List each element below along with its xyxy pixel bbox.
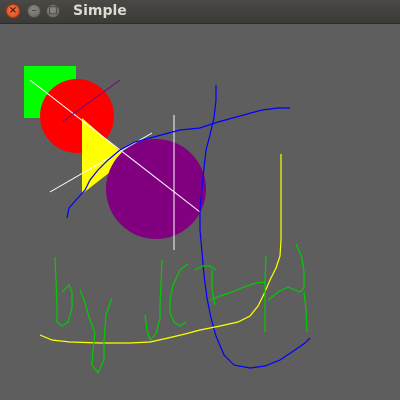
title-bar[interactable]: × – □ Simple	[0, 0, 400, 24]
maximize-icon: □	[48, 5, 58, 16]
window-title: Simple	[73, 3, 127, 19]
close-button[interactable]: ×	[6, 4, 20, 18]
minimize-icon: –	[31, 5, 37, 16]
minimize-button[interactable]: –	[27, 4, 41, 18]
drawing-canvas[interactable]	[0, 24, 400, 400]
purple-circle	[106, 139, 206, 239]
drawing-surface[interactable]	[0, 24, 400, 400]
close-icon: ×	[8, 5, 18, 16]
green-handwriting-stroke	[54, 243, 308, 375]
app-window: × – □ Simple	[0, 0, 400, 400]
maximize-button[interactable]: □	[46, 4, 60, 18]
